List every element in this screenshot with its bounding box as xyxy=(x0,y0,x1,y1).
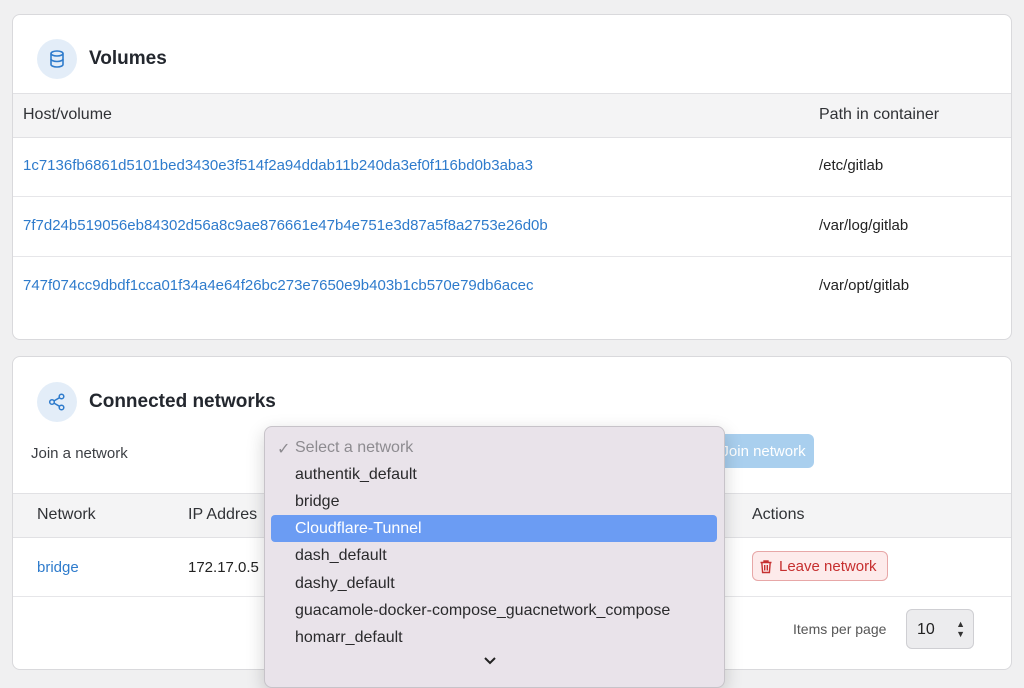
table-row: 747f074cc9dbdf1cca01f34a4e64f26bc273e765… xyxy=(13,257,1011,316)
ip-address: 172.17.0.5 xyxy=(188,559,259,576)
dropdown-option[interactable]: homarr_default xyxy=(271,624,717,651)
dropdown-placeholder: ✓ Select a network xyxy=(277,439,414,458)
leave-network-label: Leave network xyxy=(779,557,877,575)
table-row: 1c7136fb6861d5101bed3430e3f514f2a94ddab1… xyxy=(13,137,1011,197)
column-network: Network xyxy=(37,506,96,523)
dropdown-option-highlighted[interactable]: Cloudflare-Tunnel xyxy=(271,515,717,542)
volumes-card: Volumes Host/volume Path in container 1c… xyxy=(12,14,1012,340)
volume-path: /var/opt/gitlab xyxy=(819,277,910,294)
items-per-page-label: Items per page xyxy=(793,621,887,637)
volumes-table-header: Host/volume Path in container xyxy=(13,93,1011,138)
networks-header: Connected networks xyxy=(37,381,276,423)
chevron-down-icon[interactable] xyxy=(483,653,497,671)
column-path-in-container: Path in container xyxy=(819,106,940,123)
leave-network-button[interactable]: Leave network xyxy=(752,551,888,581)
database-icon xyxy=(37,39,77,79)
volumes-header: Volumes xyxy=(37,38,167,80)
check-icon: ✓ xyxy=(277,441,291,458)
join-network-label: Join a network xyxy=(31,445,128,462)
volume-link[interactable]: 1c7136fb6861d5101bed3430e3f514f2a94ddab1… xyxy=(23,157,533,174)
dropdown-option[interactable]: guacamole-docker-compose_guacnetwork_com… xyxy=(271,597,717,624)
network-select-dropdown[interactable]: ✓ Select a network authentik_default bri… xyxy=(264,426,725,688)
updown-icon: ▲ ▼ xyxy=(956,619,965,639)
column-host-volume: Host/volume xyxy=(23,106,112,123)
trash-icon xyxy=(760,559,772,573)
volume-path: /etc/gitlab xyxy=(819,157,884,174)
items-per-page-select[interactable]: 10 ▲ ▼ xyxy=(906,609,974,649)
dropdown-option[interactable]: dashy_default xyxy=(271,570,717,597)
networks-title: Connected networks xyxy=(89,391,276,412)
dropdown-option[interactable]: authentik_default xyxy=(271,461,717,488)
volume-link[interactable]: 7f7d24b519056eb84302d56a8c9ae876661e47b4… xyxy=(23,217,548,234)
share-icon xyxy=(37,382,77,422)
table-row: 7f7d24b519056eb84302d56a8c9ae876661e47b4… xyxy=(13,197,1011,257)
column-ip-address: IP Addres xyxy=(188,506,258,523)
column-actions: Actions xyxy=(752,506,805,523)
volume-path: /var/log/gitlab xyxy=(819,217,909,234)
network-link[interactable]: bridge xyxy=(37,559,79,576)
volume-link[interactable]: 747f074cc9dbdf1cca01f34a4e64f26bc273e765… xyxy=(23,277,533,294)
dropdown-option[interactable]: dash_default xyxy=(271,542,717,569)
dropdown-option[interactable]: bridge xyxy=(271,488,717,515)
volumes-title: Volumes xyxy=(89,48,167,69)
join-network-button[interactable]: Join network xyxy=(713,434,814,468)
items-per-page-value: 10 xyxy=(917,621,935,638)
